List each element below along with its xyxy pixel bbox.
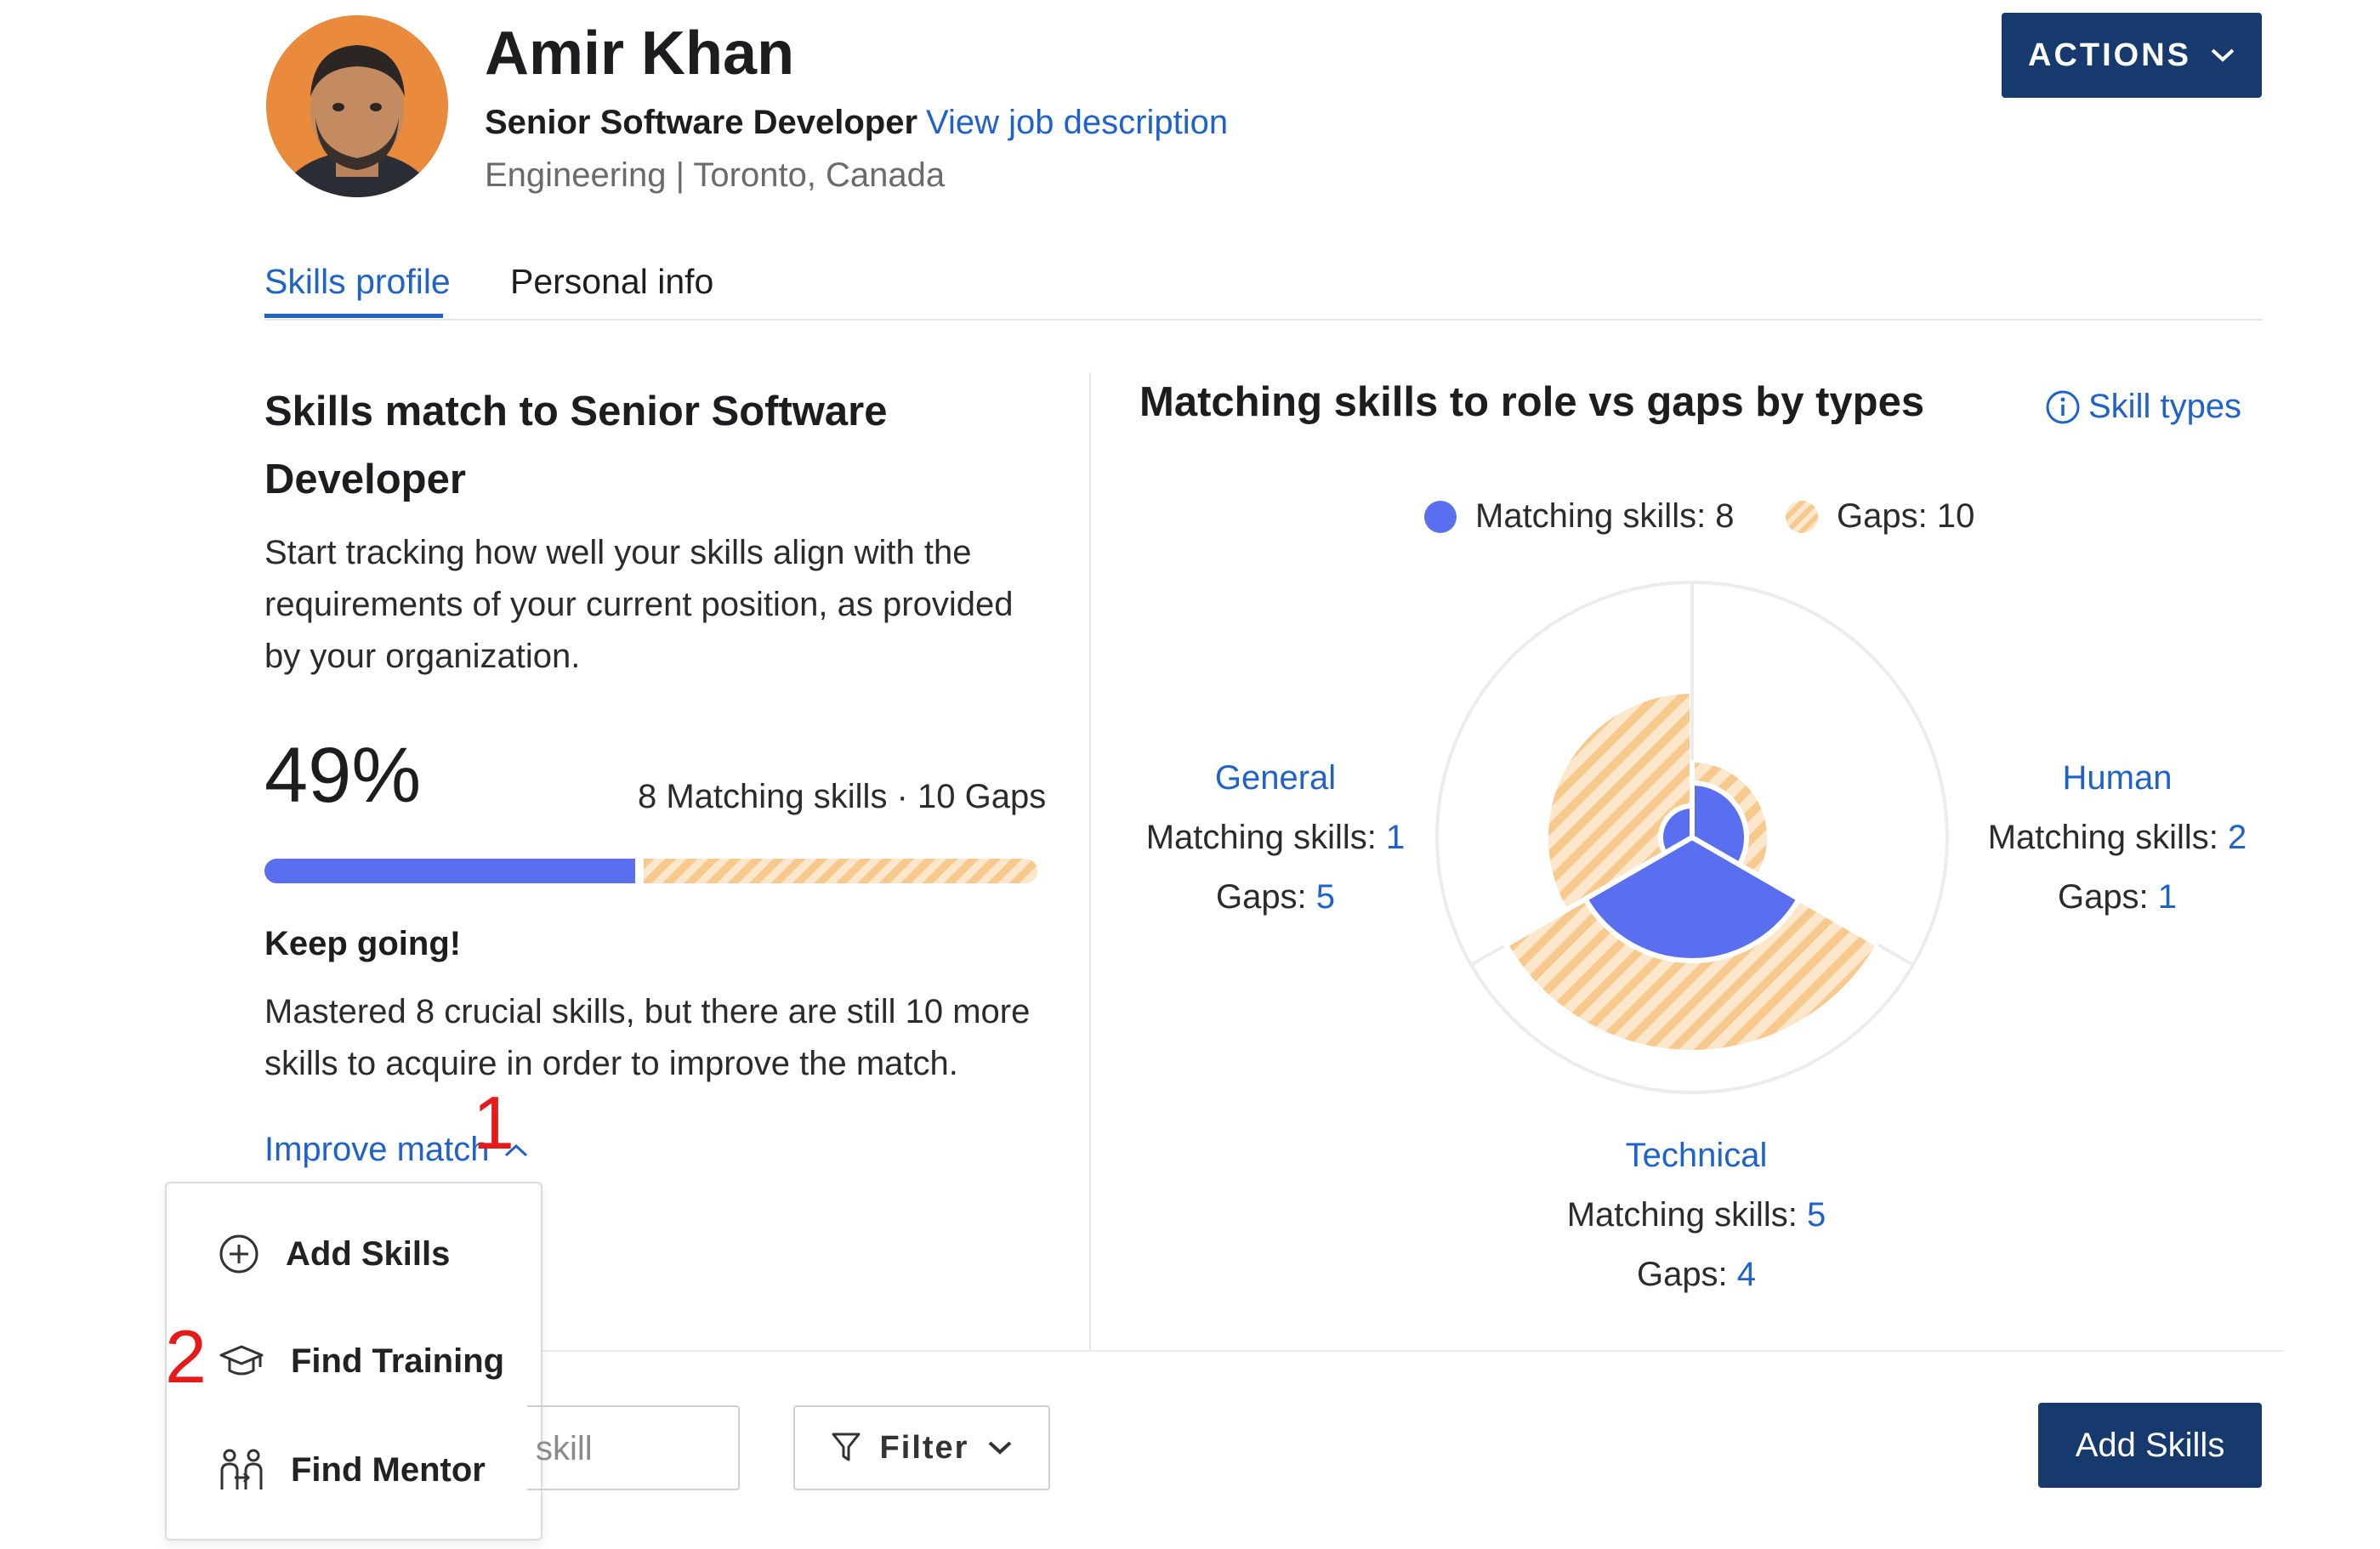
employee-name: Amir Khan [485,20,795,88]
category-general: General Matching skills: 1 Gaps: 5 [1105,748,1446,927]
category-name[interactable]: Human [1947,748,2287,808]
legend-matching: Matching skills: 8 [1424,497,1735,536]
matching-value[interactable]: 2 [2228,819,2247,856]
chevron-down-icon [989,1441,1012,1455]
skills-match-description: Start tracking how well your skills alig… [264,534,1014,675]
matching-value[interactable]: 5 [1807,1196,1826,1234]
category-technical: Technical Matching skills: 5 Gaps: 4 [1526,1126,1866,1304]
actions-label: ACTIONS [2028,37,2191,73]
department-location: Engineering | Toronto, Canada [485,156,946,194]
job-title-line: Senior Software Developer View job descri… [485,104,1228,142]
improve-match-menu: Add Skills Find Training Find Mentor [165,1182,542,1540]
search-input[interactable] [527,1407,733,1490]
annotation-marker-2: 2 [165,1314,207,1399]
menu-item-label: Add Skills [286,1234,451,1273]
gaps-label: Gaps: [1636,1256,1728,1293]
gaps-label: Gaps: [2057,878,2149,916]
legend-swatch-matching [1424,500,1457,533]
gaps-label: Gaps: [1215,878,1307,916]
category-matching: Matching skills: 2 [1947,808,2287,867]
improve-match-label: Improve match [264,1131,490,1168]
filter-icon [832,1433,861,1461]
menu-item-find-training[interactable]: Find Training [218,1340,504,1382]
job-title: Senior Software Developer [485,104,918,141]
skill-types-label: Skill types [2088,388,2242,425]
category-gaps: Gaps: 5 [1105,867,1446,927]
tab-personal-info[interactable]: Personal info [510,262,713,302]
match-counts: 8 Matching skills · 10 Gaps [638,778,1047,815]
filter-button[interactable]: Filter [793,1405,1050,1490]
mentor-icon [220,1449,263,1489]
category-matching: Matching skills: 5 [1526,1185,1866,1245]
keep-going-heading: Keep going! [264,925,462,962]
matching-label: Matching skills: [1145,819,1377,856]
skills-match-title: Skills match to Senior Software Develope… [264,389,888,502]
category-matching: Matching skills: 1 [1105,808,1446,867]
active-tab-indicator [264,314,443,318]
info-icon [2046,390,2080,423]
menu-item-label: Find Training [291,1342,505,1380]
view-job-description-link[interactable]: View job description [926,104,1228,141]
section-divider [540,1350,2283,1352]
avatar [266,15,448,197]
legend-swatch-gaps [1786,500,1818,533]
radial-chart [1435,581,1949,1094]
tab-skills-profile[interactable]: Skills profile [264,262,451,302]
tabs-divider [264,319,2263,321]
graduation-cap-icon [219,1345,264,1376]
sector-divider [1877,943,1914,967]
category-name[interactable]: General [1105,748,1446,808]
filter-label: Filter [879,1429,969,1466]
match-percent: 49% [264,732,422,819]
category-name[interactable]: Technical [1526,1126,1866,1185]
category-gaps: Gaps: 1 [1947,867,2287,927]
matching-label: Matching skills: [1987,819,2218,856]
matching-label: Matching skills: [1566,1196,1798,1234]
skill-types-link[interactable]: Skill types [2044,388,2241,426]
category-gaps: Gaps: 4 [1526,1245,1866,1304]
category-human: Human Matching skills: 2 Gaps: 1 [1947,748,2287,927]
mastered-text: Mastered 8 crucial skills, but there are… [264,993,1031,1082]
legend-gaps: Gaps: 10 [1786,497,1974,536]
menu-item-add-skills[interactable]: Add Skills [218,1233,450,1275]
menu-item-label: Find Mentor [291,1450,486,1489]
plus-circle-icon [219,1234,258,1274]
gaps-value[interactable]: 1 [2158,878,2177,916]
annotation-marker-1: 1 [473,1081,514,1165]
search-skill-field[interactable] [527,1405,740,1490]
legend-matching-label: Matching skills: 8 [1475,497,1735,535]
matching-value[interactable]: 1 [1386,819,1405,856]
gaps-value[interactable]: 5 [1316,878,1335,916]
match-progress-gaps [644,859,1037,883]
chart-title: Matching skills to role vs gaps by types [1139,379,1925,425]
legend-gaps-label: Gaps: 10 [1837,497,1975,535]
chevron-down-icon [2211,48,2235,62]
match-progress-matching [264,859,635,883]
add-skills-button[interactable]: Add Skills [2038,1403,2262,1488]
column-divider [1089,372,1091,1352]
actions-button[interactable]: ACTIONS [2002,13,2262,98]
gaps-value[interactable]: 4 [1737,1256,1756,1293]
menu-item-find-mentor[interactable]: Find Mentor [218,1447,486,1493]
